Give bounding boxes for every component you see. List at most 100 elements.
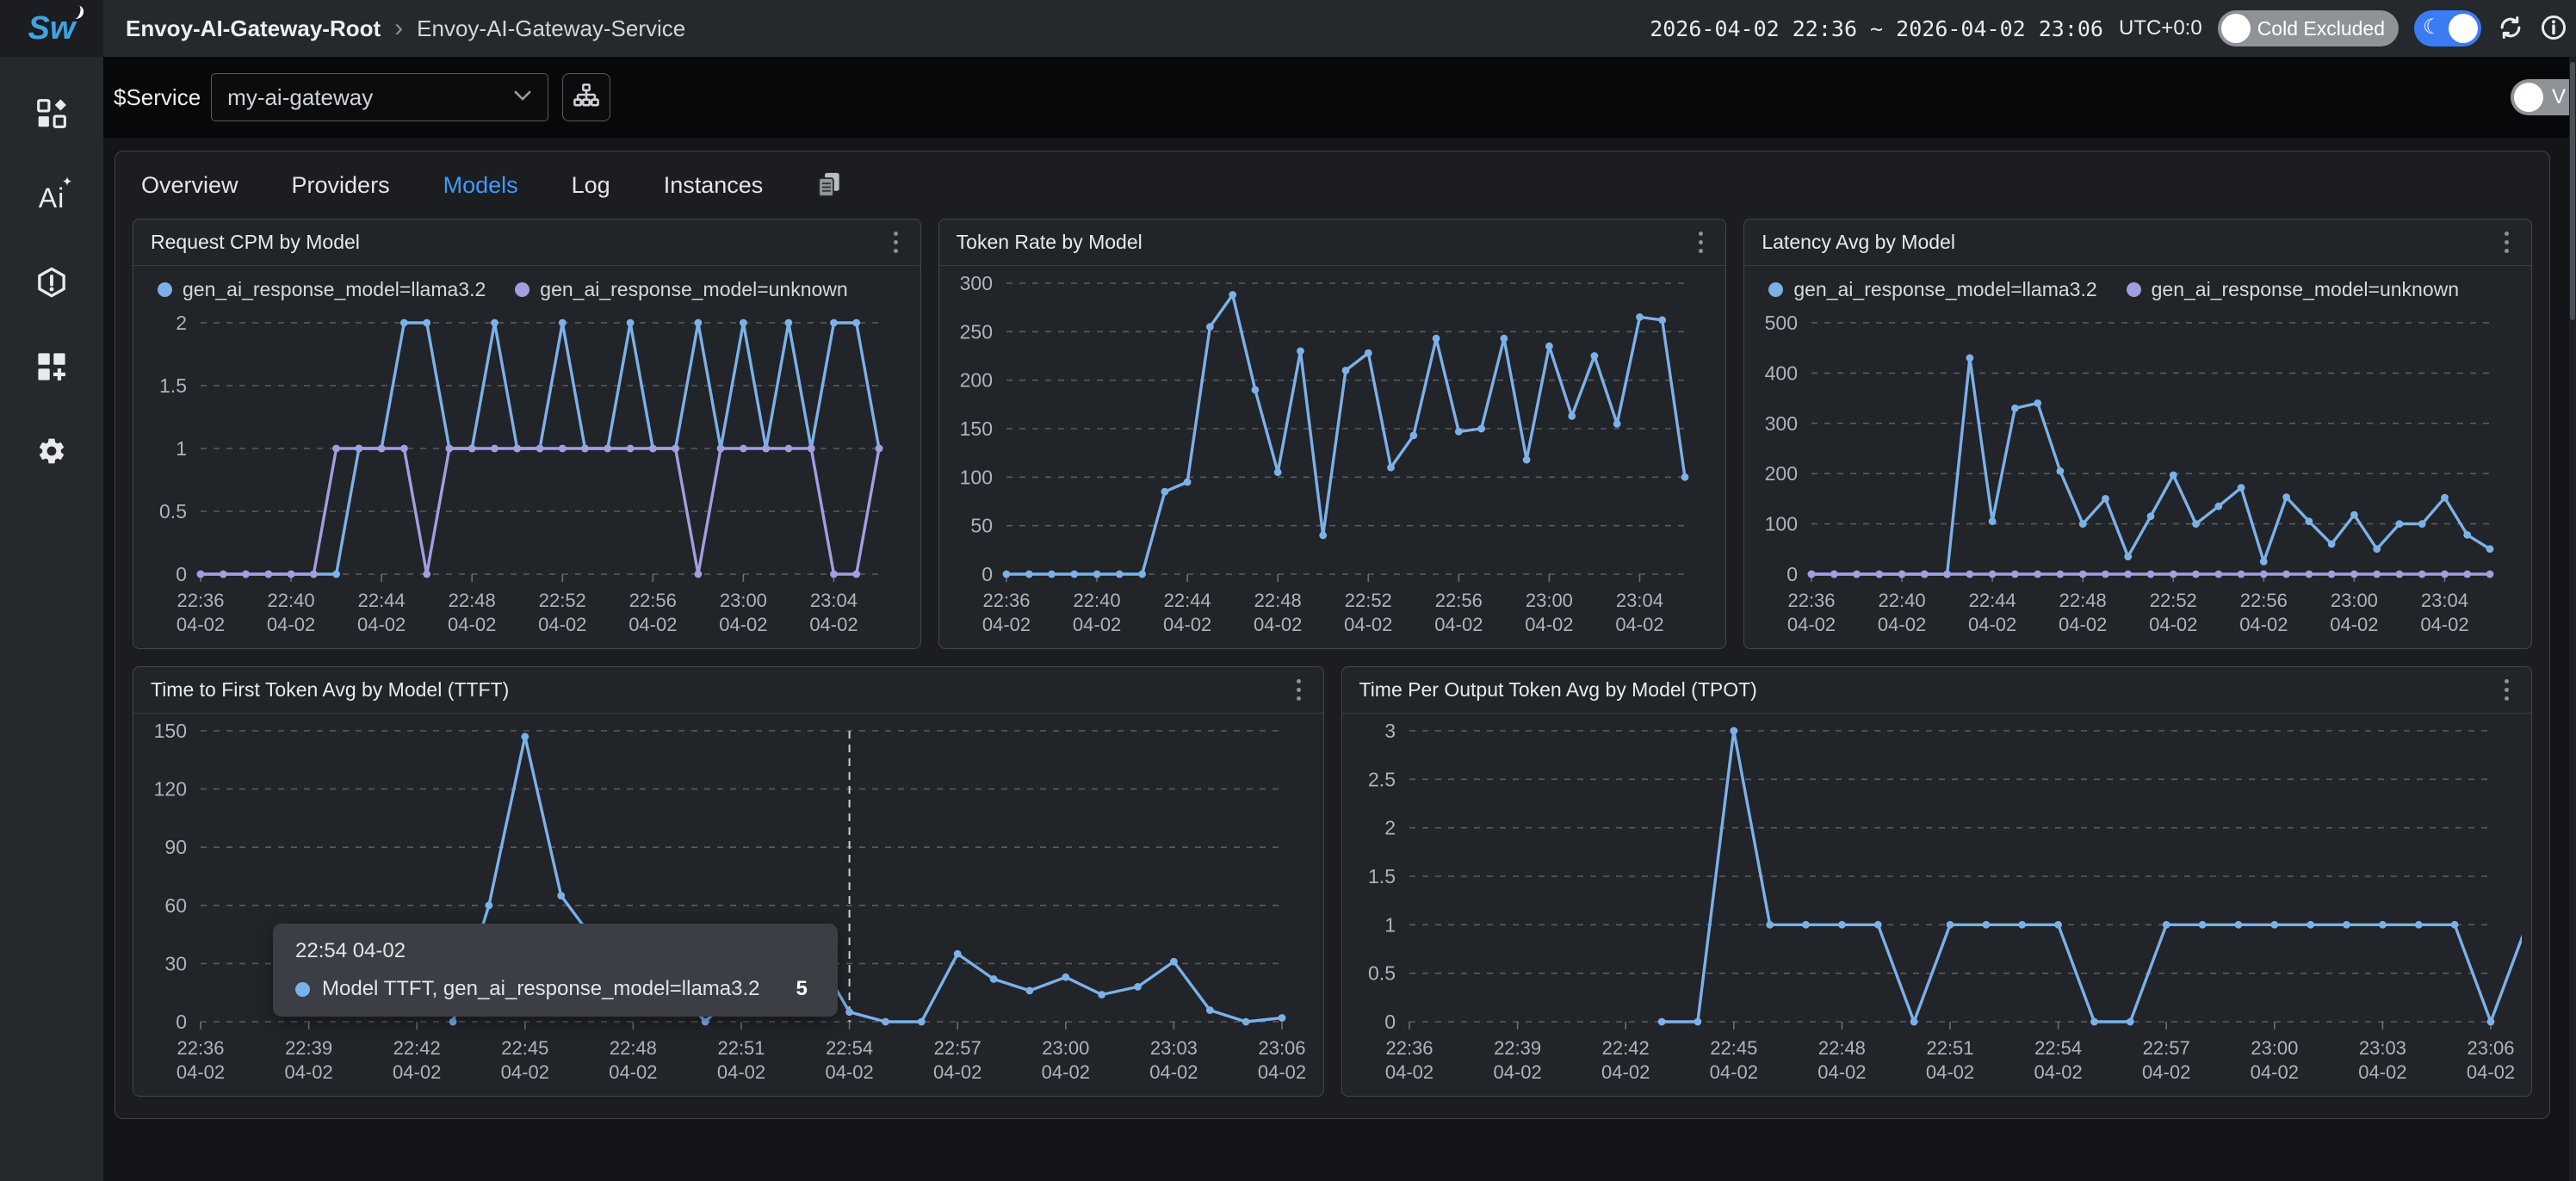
svg-text:04-02: 04-02: [982, 614, 1031, 635]
kebab-menu-icon[interactable]: [2499, 674, 2514, 706]
variables-toggle[interactable]: V: [2511, 79, 2576, 115]
breadcrumb-leaf[interactable]: Envoy-AI-Gateway-Service: [417, 15, 685, 42]
svg-text:04-02: 04-02: [1493, 1061, 1541, 1083]
kebab-menu-icon[interactable]: [2499, 226, 2514, 258]
card-body: gen_ai_response_model=llama3.2 gen_ai_res…: [133, 266, 920, 648]
sidebar-item-dashboards[interactable]: [0, 96, 103, 131]
svg-text:04-02: 04-02: [629, 614, 677, 635]
card-body: 05010015020025030022:3604-0222:4004-0222…: [939, 266, 1726, 648]
legend-dot-icon: [158, 282, 172, 297]
refresh-button[interactable]: [2497, 14, 2524, 44]
card-request-cpm: Request CPM by Model gen_ai_response_mod…: [133, 219, 921, 649]
svg-text:04-02: 04-02: [719, 614, 767, 635]
svg-text:04-02: 04-02: [1434, 614, 1483, 635]
time-range-picker[interactable]: 2026-04-02 22:36 ~ 2026-04-02 23:06: [1650, 16, 2103, 41]
legend-item[interactable]: gen_ai_response_model=unknown: [2127, 278, 2459, 301]
scrollbar-thumb[interactable]: [2570, 62, 2575, 320]
line-chart[interactable]: 05010015020025030022:3604-0222:4004-0222…: [950, 269, 1716, 646]
refresh-icon: [2497, 14, 2524, 44]
tooltip-time: 22:54 04-02: [295, 939, 815, 963]
svg-text:22:57: 22:57: [2142, 1037, 2189, 1059]
svg-text:04-02: 04-02: [1042, 1061, 1090, 1083]
variables-toggle-label: V: [2552, 85, 2566, 109]
toggle-knob: [2221, 14, 2251, 43]
svg-text:04-02: 04-02: [284, 1061, 332, 1083]
svg-text:04-02: 04-02: [2059, 614, 2107, 635]
sidebar-item-marketplace[interactable]: [0, 349, 103, 384]
card-latency-avg: Latency Avg by Model gen_ai_response_mod…: [1743, 219, 2532, 649]
svg-text:22:51: 22:51: [1926, 1037, 1973, 1059]
chart-legend: gen_ai_response_model=llama3.2 gen_ai_res…: [1755, 269, 2521, 309]
svg-text:04-02: 04-02: [448, 614, 496, 635]
tab-models[interactable]: Models: [443, 172, 518, 199]
gear-icon: [36, 436, 67, 467]
line-chart[interactable]: 00.511.522.5322:3604-0222:3904-0222:4204…: [1353, 717, 2522, 1094]
svg-text:04-02: 04-02: [267, 614, 315, 635]
chart-area: 00.511.522.5322:3604-0222:3904-0222:4204…: [1353, 717, 2522, 1094]
tab-providers[interactable]: Providers: [292, 172, 390, 199]
card-header: Time Per Output Token Avg by Model (TPOT…: [1342, 667, 2532, 714]
svg-text:100: 100: [959, 466, 992, 488]
svg-text:04-02: 04-02: [809, 614, 858, 635]
sidebar-item-settings[interactable]: [0, 434, 103, 468]
toggle-knob: [2514, 83, 2543, 112]
service-select[interactable]: my-ai-gateway: [211, 73, 548, 121]
svg-text:22:36: 22:36: [982, 590, 1030, 611]
svg-text:200: 200: [959, 369, 992, 392]
svg-text:04-02: 04-02: [2240, 614, 2288, 635]
line-chart[interactable]: 010020030040050022:3604-0222:4004-0222:4…: [1755, 309, 2521, 646]
cold-excluded-toggle[interactable]: Cold Excluded: [2218, 10, 2399, 46]
skywalking-logo[interactable]: Sw: [0, 0, 103, 57]
chart-area: 030609012015022:3604-0222:3904-0222:4204…: [144, 717, 1313, 1094]
card-title: Token Rate by Model: [957, 231, 1142, 254]
cold-excluded-label: Cold Excluded: [2257, 17, 2385, 40]
series-dot: [295, 982, 310, 997]
svg-text:04-02: 04-02: [2358, 1061, 2406, 1083]
topology-icon: [572, 82, 601, 114]
legend-label: gen_ai_response_model=llama3.2: [183, 278, 486, 301]
svg-text:04-02: 04-02: [357, 614, 406, 635]
ai-pipeline-icon: Ai✦: [39, 184, 65, 212]
svg-text:04-02: 04-02: [1258, 1061, 1306, 1083]
card-tpot: Time Per Output Token Avg by Model (TPOT…: [1341, 666, 2533, 1097]
svg-text:04-02: 04-02: [176, 614, 225, 635]
kebab-menu-icon[interactable]: [889, 226, 903, 258]
svg-text:23:06: 23:06: [2467, 1037, 2514, 1059]
svg-text:22:52: 22:52: [2150, 590, 2197, 611]
dark-mode-toggle[interactable]: ☾: [2414, 10, 2481, 46]
main-content: Overview Providers Models Log Instances: [103, 138, 2576, 1181]
kebab-menu-icon[interactable]: [1694, 226, 1708, 258]
svg-text:22:36: 22:36: [1385, 1037, 1433, 1059]
timezone-label[interactable]: UTC+0:0: [2119, 16, 2202, 40]
sidebar-item-alerting[interactable]: [0, 265, 103, 300]
info-button[interactable]: [2540, 14, 2567, 44]
topology-button[interactable]: [562, 73, 610, 121]
svg-text:04-02: 04-02: [501, 1061, 549, 1083]
line-chart[interactable]: 030609012015022:3604-0222:3904-0222:4204…: [144, 717, 1313, 1094]
chart-area: 010020030040050022:3604-0222:4004-0222:4…: [1755, 309, 2521, 646]
svg-text:23:00: 23:00: [1526, 590, 1573, 611]
svg-text:2: 2: [1384, 817, 1396, 839]
svg-text:04-02: 04-02: [1968, 614, 2016, 635]
tab-log[interactable]: Log: [572, 172, 610, 199]
tab-instances[interactable]: Instances: [664, 172, 764, 199]
svg-text:04-02: 04-02: [2250, 1061, 2298, 1083]
svg-text:50: 50: [970, 515, 993, 537]
svg-text:300: 300: [1765, 412, 1798, 435]
copy-dashboard-icon[interactable]: [816, 171, 842, 199]
svg-text:22:42: 22:42: [1601, 1037, 1649, 1059]
scrollbar[interactable]: [2569, 57, 2576, 1181]
legend-item[interactable]: gen_ai_response_model=llama3.2: [1768, 278, 2096, 301]
tab-overview[interactable]: Overview: [141, 172, 238, 199]
legend-item[interactable]: gen_ai_response_model=llama3.2: [158, 278, 486, 301]
alerting-icon: [36, 267, 67, 298]
legend-item[interactable]: gen_ai_response_model=unknown: [515, 278, 847, 301]
svg-text:04-02: 04-02: [1709, 1061, 1757, 1083]
info-icon: [2540, 14, 2567, 44]
svg-text:04-02: 04-02: [717, 1061, 765, 1083]
svg-text:04-02: 04-02: [1254, 614, 1302, 635]
line-chart[interactable]: 00.511.5222:3604-0222:4004-0222:4404-022…: [144, 309, 910, 646]
sidebar-item-ai-pipeline[interactable]: Ai✦: [0, 181, 103, 215]
breadcrumb-root[interactable]: Envoy-AI-Gateway-Root: [126, 15, 381, 42]
kebab-menu-icon[interactable]: [1291, 674, 1306, 706]
